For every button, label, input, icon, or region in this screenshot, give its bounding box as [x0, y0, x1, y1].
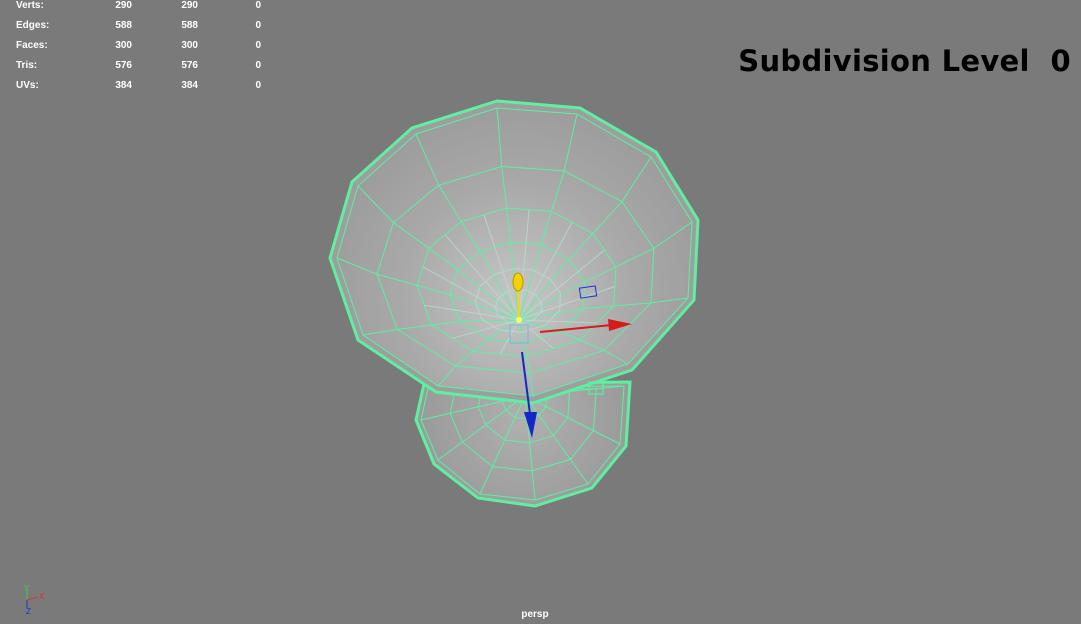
axis-x-label: X [39, 592, 45, 601]
mesh-bowl[interactable] [328, 99, 700, 405]
mesh-viewport-canvas[interactable] [0, 0, 1081, 624]
manip-center[interactable] [516, 317, 522, 323]
camera-name-label: persp [521, 609, 549, 620]
manip-y-handle[interactable] [512, 272, 524, 292]
viewport-persp[interactable]: Verts: 290 290 0 Edges: 588 588 0 Faces:… [0, 0, 1081, 624]
axis-y-label: Y [24, 584, 30, 593]
